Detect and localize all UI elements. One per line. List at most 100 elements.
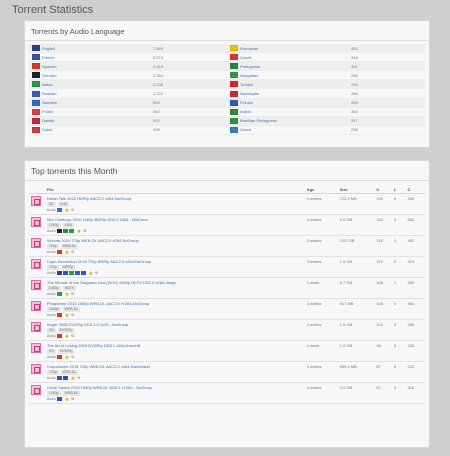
language-link[interactable]: German [42, 73, 153, 78]
size-cell: 917 MB [337, 298, 375, 320]
film-icon[interactable] [31, 301, 41, 311]
torrent-name-link[interactable]: Capri-Revolution 2018 720p BRRip AAC2.0 … [47, 259, 303, 264]
seeders-cell: 105 [374, 298, 392, 320]
completed-header[interactable]: C [405, 185, 425, 194]
size-cell: 659.1 MB [337, 361, 375, 383]
language-row: Finnish 289 [227, 98, 425, 108]
thumbs-up-icon[interactable]: 👍 [65, 208, 69, 212]
torrent-name-link[interactable]: Victoria 2014 720p WEB-DL AAC2.0 x264-No… [47, 238, 303, 243]
film-icon[interactable] [31, 196, 41, 206]
thumbs-up-icon[interactable]: 👍 [89, 271, 93, 275]
thumbs-up-icon[interactable]: 👍 [65, 355, 69, 359]
torrent-name-link[interactable]: The Miracle of the Sargasso Sea (2019) 1… [47, 280, 303, 285]
seeders-header[interactable]: S [374, 185, 392, 194]
torrent-name-link[interactable]: Anger 2008 DVDRip DD5.1.0 XviD - NoGroup [47, 322, 303, 327]
thumbs-up-icon[interactable]: 👍 [77, 229, 81, 233]
icon-cell [29, 277, 45, 299]
language-link[interactable]: Arabic [240, 109, 351, 114]
age-cell: 3 weeks [304, 214, 338, 236]
language-link[interactable]: Danish [42, 118, 153, 123]
language-link[interactable]: Polish [42, 109, 153, 114]
age-header[interactable]: Age [304, 185, 338, 194]
film-icon[interactable] [31, 280, 41, 290]
age-cell: 4 weeks [304, 382, 338, 404]
film-icon[interactable] [31, 322, 41, 332]
language-count: 1,222 [153, 91, 164, 97]
vote-count: +8 [70, 292, 75, 296]
language-link[interactable]: English [42, 46, 153, 51]
thumbs-up-icon[interactable]: 👍 [65, 397, 69, 401]
film-icon[interactable] [31, 238, 41, 248]
language-link[interactable]: Norwegian [240, 91, 351, 96]
film-icon[interactable] [31, 259, 41, 269]
language-count: 264 [351, 109, 358, 115]
file-header[interactable]: File [44, 185, 305, 194]
leechers-header[interactable]: L [391, 185, 406, 194]
badge-group: 1080p WEB-DL [46, 307, 303, 312]
table-row: Urban Tale 2012 HDRip AAC2.0 x264-NoGrou… [29, 193, 425, 215]
torrent-name-link[interactable]: Uncle Sasha 2018 1080p WEB-DL DD5.1 H.26… [47, 385, 303, 390]
language-link[interactable]: French [42, 55, 153, 60]
language-count: 510 [153, 118, 160, 124]
table-row: Anger 2008 DVDRip DD5.1.0 XviD - NoGroup… [29, 319, 425, 341]
language-link[interactable]: Russian [42, 91, 153, 96]
completed-cell: 553 [405, 214, 425, 236]
leechers-cell: 1 [391, 277, 406, 299]
film-icon[interactable] [31, 364, 41, 374]
language-link[interactable]: Brazilian Portuguese [240, 118, 351, 123]
thumbs-up-icon[interactable]: 👍 [65, 250, 69, 254]
torrent-name-link[interactable]: The Art of Losing 2004 DVDRip DD5.1 x264… [47, 343, 303, 348]
thumbs-up-icon[interactable]: 👍 [65, 292, 69, 296]
language-link[interactable]: Spanish [42, 64, 153, 69]
film-icon[interactable] [31, 217, 41, 227]
quality-badge: 720p [46, 265, 59, 270]
language-link[interactable]: Greek [240, 127, 351, 132]
language-link[interactable]: Dutch [42, 127, 153, 132]
seeders-cell: 116 [374, 235, 392, 257]
audio-label: Audio [46, 292, 56, 296]
language-link[interactable]: Hungarian [240, 73, 351, 78]
film-icon[interactable] [31, 343, 41, 353]
seeders-cell: 108 [374, 277, 392, 299]
language-link[interactable]: Finnish [240, 100, 351, 105]
quality-badge: SD [46, 202, 56, 207]
badge-group: 720p WEB-DL [46, 370, 303, 375]
torrent-name-link[interactable]: Sex Cowboys 2016 1080p BDRip DD2.0 x264 … [47, 217, 303, 222]
quality-badge: WEB-DL [60, 370, 79, 375]
size-header[interactable]: Size [337, 185, 375, 194]
leechers-cell: 0 [391, 382, 406, 404]
language-row: Brazilian Portuguese 247 [227, 116, 425, 126]
language-link[interactable]: Romanian [240, 46, 351, 51]
language-link[interactable]: Czech [240, 55, 351, 60]
fr-flag-icon [56, 376, 62, 380]
language-row: Italian 2,135 [29, 80, 227, 90]
language-link[interactable]: Swedish [42, 100, 153, 105]
language-link[interactable]: Italian [42, 82, 153, 87]
thumbs-up-icon[interactable]: 👍 [71, 376, 75, 380]
fi-flag-icon [230, 99, 238, 106]
icon-cell [29, 319, 45, 341]
seeders-cell: 115 [374, 256, 392, 278]
es-flag-icon [56, 250, 62, 254]
table-row: Phraptome 2016 1080p WEB-DL AAC2.0 H.264… [29, 298, 425, 320]
thumbs-up-icon[interactable]: 👍 [65, 313, 69, 317]
badge-group: 720p BRRip [46, 265, 303, 270]
language-row: French 5,574 [29, 53, 227, 63]
quality-badge: 1080p [46, 286, 61, 291]
torrent-name-link[interactable]: Coquetuche 2018 720p WEB-DL AAC2.0 x264-… [47, 364, 303, 369]
it-flag-icon [32, 81, 40, 88]
language-row: English 7,969 [29, 44, 227, 54]
torrent-name-link[interactable]: Urban Tale 2012 HDRip AAC2.0 x264-NoGrou… [47, 196, 303, 201]
torrent-name-link[interactable]: Phraptome 2016 1080p WEB-DL AAC2.0 H.264… [47, 301, 303, 306]
film-icon[interactable] [31, 385, 41, 395]
quality-badge: WEB-DL [60, 244, 79, 249]
audio-label: Audio [46, 397, 56, 401]
language-link[interactable]: Turkish [240, 82, 351, 87]
language-column-left: English 7,969 French 5,574 Spanish 2,410 Germa… [29, 44, 227, 135]
quality-badge: WEB-DL [62, 307, 81, 312]
quality-badge: DVDRip [57, 328, 75, 333]
quality-badge: XviD [57, 202, 70, 207]
language-link[interactable]: Portuguese [240, 64, 351, 69]
thumbs-up-icon[interactable]: 👍 [65, 334, 69, 338]
fr-flag-icon [80, 271, 86, 275]
